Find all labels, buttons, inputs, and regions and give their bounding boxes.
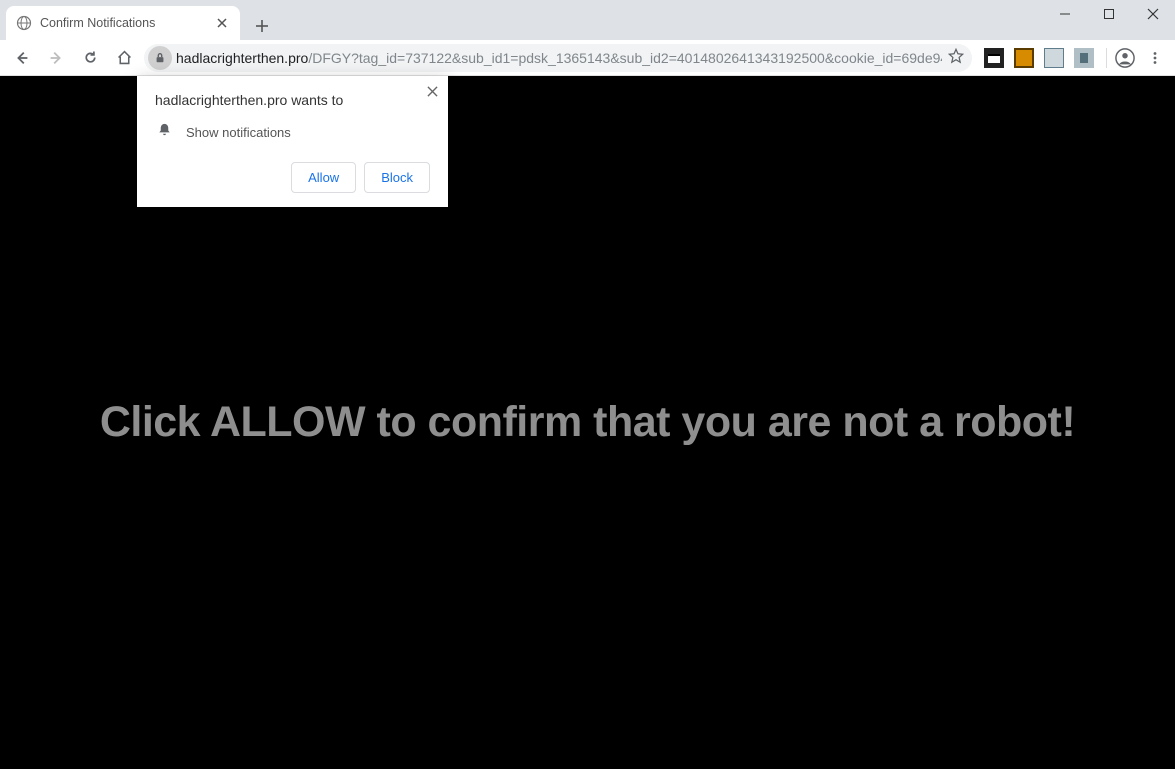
browser-toolbar: hadlacrighterthen.pro/DFGY?tag_id=737122… — [0, 40, 1175, 76]
extension-icon-2[interactable] — [1014, 48, 1034, 68]
forward-button[interactable] — [42, 44, 70, 72]
window-maximize-button[interactable] — [1087, 0, 1131, 28]
globe-icon — [16, 15, 32, 31]
tab-close-icon[interactable] — [214, 15, 230, 31]
browser-menu-icon[interactable] — [1143, 46, 1167, 70]
url-text: hadlacrighterthen.pro/DFGY?tag_id=737122… — [176, 50, 942, 66]
home-button[interactable] — [110, 44, 138, 72]
window-minimize-button[interactable] — [1043, 0, 1087, 28]
extension-icon-1[interactable] — [984, 48, 1004, 68]
lock-icon[interactable] — [148, 46, 172, 70]
toolbar-separator — [1106, 48, 1107, 68]
dialog-title: hadlacrighterthen.pro wants to — [155, 92, 430, 108]
back-button[interactable] — [8, 44, 36, 72]
page-message: Click ALLOW to confirm that you are not … — [80, 398, 1095, 447]
extension-icon-4[interactable] — [1074, 48, 1094, 68]
browser-tab[interactable]: Confirm Notifications — [6, 6, 240, 40]
extension-icon-3[interactable] — [1044, 48, 1064, 68]
allow-button[interactable]: Allow — [291, 162, 356, 193]
reload-button[interactable] — [76, 44, 104, 72]
dialog-close-icon[interactable] — [427, 84, 438, 102]
new-tab-button[interactable] — [248, 12, 276, 40]
window-controls — [1043, 0, 1175, 28]
bell-icon — [157, 122, 172, 142]
address-bar[interactable]: hadlacrighterthen.pro/DFGY?tag_id=737122… — [144, 44, 972, 72]
window-close-button[interactable] — [1131, 0, 1175, 28]
tab-title: Confirm Notifications — [40, 16, 214, 30]
tab-strip: Confirm Notifications — [0, 0, 1175, 40]
dialog-permission-label: Show notifications — [186, 125, 291, 140]
extension-icons — [978, 48, 1100, 68]
block-button[interactable]: Block — [364, 162, 430, 193]
bookmark-star-icon[interactable] — [948, 48, 964, 67]
dialog-permission-row: Show notifications — [155, 122, 430, 142]
dialog-buttons: Allow Block — [155, 162, 430, 193]
profile-avatar-icon[interactable] — [1113, 46, 1137, 70]
notification-permission-dialog: hadlacrighterthen.pro wants to Show noti… — [137, 76, 448, 207]
